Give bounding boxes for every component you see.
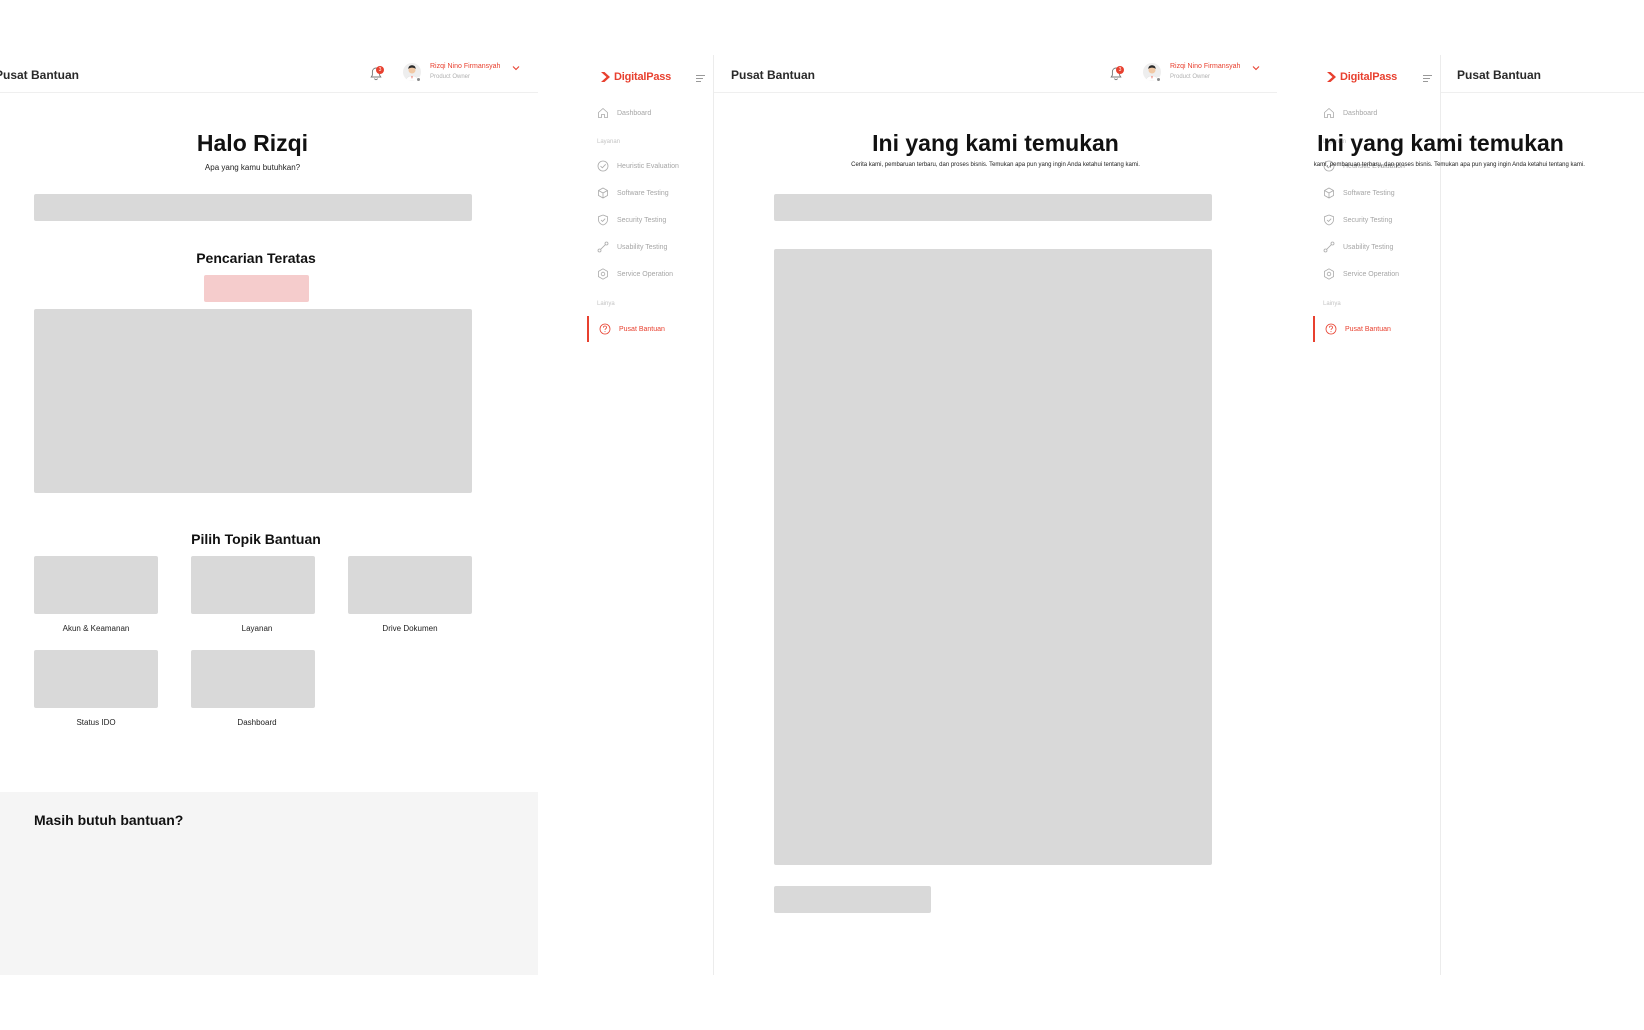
page-title: Pusat Bantuan <box>1457 68 1542 82</box>
brand-name: DigitalPass <box>614 71 672 83</box>
sidebar-item-dashboard[interactable]: Dashboard <box>1323 104 1377 122</box>
chevron-down-icon[interactable] <box>512 65 520 71</box>
brand-logo[interactable]: DigitalPass <box>600 71 671 83</box>
active-indicator <box>587 316 589 342</box>
help-circle-icon <box>1325 323 1337 335</box>
user-name[interactable]: Rizqi Nino Firmansyah <box>1170 63 1240 70</box>
sidebar-section-label: Lainya <box>597 301 615 307</box>
sidebar-item-label: Pusat Bantuan <box>619 325 665 333</box>
topic-label: Akun & Keamanan <box>62 624 130 633</box>
cube-icon <box>598 187 608 199</box>
search-input[interactable] <box>774 194 1212 221</box>
topic-label: Status IDO <box>76 718 116 727</box>
top-header: Pusat Bantuan 3 Rizqi Nino Firmansyah Pr… <box>714 55 1277 93</box>
help-home-frame: Pusat Bantuan 3 Rizqi Nino Firmansyah Pr… <box>0 55 538 975</box>
sidebar-item-label: Security Testing <box>1343 216 1393 224</box>
topic-label: Dashboard <box>237 718 277 727</box>
home-icon <box>598 107 608 118</box>
search-input[interactable] <box>34 194 472 221</box>
topic-tile[interactable] <box>34 650 158 708</box>
sidebar-item-help-center[interactable]: Pusat Bantuan <box>1325 320 1391 338</box>
sidebar-item-service-operation[interactable]: Service Operation <box>1323 265 1399 283</box>
brand-name: DigitalPass <box>1340 71 1398 83</box>
sidebar: DigitalPass Dashboard Layanan Heuristic … <box>587 55 714 975</box>
search-results-frame: DigitalPass Dashboard Layanan Heuristic … <box>587 55 1277 975</box>
cube-icon <box>1324 187 1334 199</box>
user-name[interactable]: Rizqi Nino Firmansyah <box>430 63 500 70</box>
greeting-subtitle: Apa yang kamu butuhkan? <box>204 163 301 172</box>
pagination[interactable] <box>774 886 931 913</box>
search-results-frame-partial: DigitalPass Dashboard Layanan Heuristic … <box>1313 55 1644 975</box>
sidebar-item-label: Software Testing <box>617 189 669 197</box>
route-icon <box>597 241 609 253</box>
topic-label: Layanan <box>241 624 273 633</box>
sidebar-item-label: Heuristic Evaluation <box>617 162 679 170</box>
help-circle-icon <box>599 323 611 335</box>
active-indicator <box>1313 316 1315 342</box>
results-description: Cerita kami, pembaruan terbaru, dan pros… <box>1313 162 1585 168</box>
logo-icon <box>601 72 610 82</box>
logo-icon <box>1327 72 1336 82</box>
topic-tile[interactable] <box>191 556 315 614</box>
shield-icon <box>1324 214 1334 226</box>
sidebar-item-label: Pusat Bantuan <box>1345 325 1391 333</box>
top-search-chip[interactable] <box>204 275 309 302</box>
sidebar-item-label: Usability Testing <box>1343 243 1394 251</box>
sidebar-item-label: Usability Testing <box>617 243 668 251</box>
top-search-heading: Pencarian Teratas <box>196 250 316 266</box>
sidebar-item-service-operation[interactable]: Service Operation <box>597 265 673 283</box>
topics-heading: Pilih Topik Bantuan <box>191 531 321 547</box>
sidebar-item-dashboard[interactable]: Dashboard <box>597 104 651 122</box>
page-title: Pusat Bantuan <box>731 68 816 82</box>
sidebar-item-label: Software Testing <box>1343 189 1395 197</box>
chevron-down-icon[interactable] <box>1252 65 1260 71</box>
topic-tile[interactable] <box>348 556 472 614</box>
sidebar-item-software-testing[interactable]: Software Testing <box>597 184 669 202</box>
sidebar-item-software-testing[interactable]: Software Testing <box>1323 184 1395 202</box>
status-dot <box>416 77 421 82</box>
settings-icon <box>598 268 608 280</box>
sidebar-item-label: Service Operation <box>1343 270 1400 278</box>
topic-label: Drive Dokumen <box>382 624 438 633</box>
menu-toggle-icon[interactable] <box>1423 75 1432 84</box>
shield-icon <box>598 214 608 226</box>
page-title: Pusat Bantuan <box>0 68 80 82</box>
results-list <box>774 249 1212 865</box>
sidebar-item-usability-testing[interactable]: Usability Testing <box>597 238 667 256</box>
results-heading: Ini yang kami temukan <box>872 130 1119 156</box>
sidebar-item-heuristic-evaluation[interactable]: Heuristic Evaluation <box>597 157 679 175</box>
sidebar-section-label: Lainya <box>1323 301 1341 307</box>
user-role: Product Owner <box>1170 74 1211 80</box>
home-icon <box>1324 107 1334 118</box>
menu-toggle-icon[interactable] <box>696 75 705 84</box>
user-role: Product Owner <box>430 74 471 80</box>
sidebar-section-label: Layanan <box>597 139 621 145</box>
top-header: Pusat Bantuan <box>1441 55 1644 93</box>
sidebar: DigitalPass Dashboard Layanan Heuristic … <box>1313 55 1441 975</box>
sidebar-item-label: Dashboard <box>617 109 652 117</box>
sidebar-item-label: Security Testing <box>617 216 667 224</box>
top-header: Pusat Bantuan 3 Rizqi Nino Firmansyah Pr… <box>0 55 538 93</box>
route-icon <box>1323 241 1335 253</box>
brand-logo[interactable]: DigitalPass <box>1326 71 1397 83</box>
results-heading: Ini yang kami temukan <box>1317 130 1564 156</box>
footer-help-section: Masih butuh bantuan? <box>0 792 538 975</box>
sidebar-item-usability-testing[interactable]: Usability Testing <box>1323 238 1393 256</box>
sidebar-item-help-center[interactable]: Pusat Bantuan <box>599 320 665 338</box>
footer-heading: Masih butuh bantuan? <box>34 812 184 828</box>
results-description: Cerita kami, pembaruan terbaru, dan pros… <box>851 162 1140 168</box>
sidebar-item-security-testing[interactable]: Security Testing <box>1323 211 1392 229</box>
top-search-content <box>34 309 472 493</box>
notification-badge: 3 <box>1116 66 1124 74</box>
sidebar-item-label: Dashboard <box>1343 109 1378 117</box>
sidebar-item-security-testing[interactable]: Security Testing <box>597 211 666 229</box>
notification-badge: 3 <box>376 66 384 74</box>
settings-icon <box>1324 268 1334 280</box>
sidebar-item-label: Service Operation <box>617 270 674 278</box>
greeting-heading: Halo Rizqi <box>196 130 309 156</box>
check-circle-icon <box>597 160 609 172</box>
topic-tile[interactable] <box>34 556 158 614</box>
status-dot <box>1156 77 1161 82</box>
topic-tile[interactable] <box>191 650 315 708</box>
